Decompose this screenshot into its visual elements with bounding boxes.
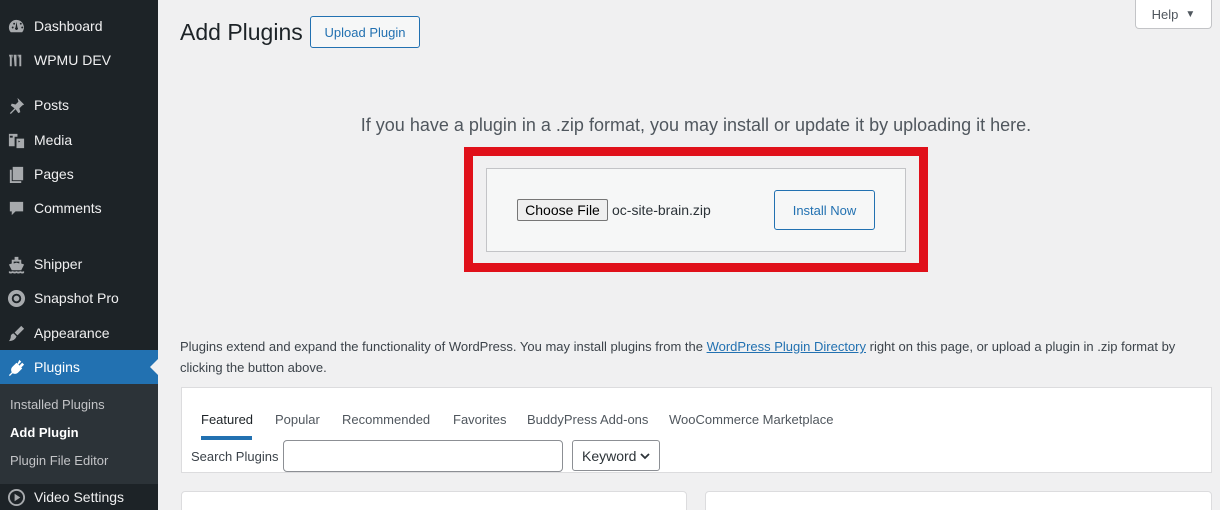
menu-item-video-settings[interactable]: Video Settings	[0, 480, 158, 510]
upload-plugin-button[interactable]: Upload Plugin	[310, 16, 420, 48]
menu-label: Pages	[34, 166, 74, 182]
menu-item-media[interactable]: Media	[0, 123, 158, 157]
search-type-value: Keyword	[582, 447, 637, 464]
active-tab-indicator	[201, 436, 252, 440]
tab-buddypress-addons[interactable]: BuddyPress Add-ons	[527, 412, 648, 427]
chevron-down-icon	[640, 452, 651, 459]
menu-item-dashboard[interactable]: Dashboard	[0, 9, 158, 43]
install-now-button[interactable]: Install Now	[774, 190, 875, 230]
help-label: Help	[1151, 6, 1179, 22]
search-plugins-input[interactable]	[283, 440, 563, 472]
dashboard-icon	[6, 16, 26, 36]
admin-sidebar: Dashboard WPMU DEV Posts Media Pages Com…	[0, 0, 158, 510]
wpmudev-icon	[6, 50, 26, 70]
menu-label: Dashboard	[34, 18, 103, 34]
play-icon	[6, 487, 26, 507]
comments-icon	[6, 198, 26, 218]
menu-label: Comments	[34, 200, 102, 216]
menu-label: Appearance	[34, 325, 110, 341]
menu-label: Posts	[34, 97, 70, 113]
choose-file-button[interactable]: Choose File	[517, 199, 608, 221]
snapshot-icon	[6, 288, 26, 308]
plugin-card	[705, 491, 1212, 510]
menu-item-appearance[interactable]: Appearance	[0, 316, 158, 350]
selected-file-name: oc-site-brain.zip	[612, 202, 711, 218]
ship-icon	[6, 254, 26, 274]
plugins-submenu: Installed Plugins Add Plugin Plugin File…	[0, 384, 158, 484]
pages-icon	[6, 164, 26, 184]
menu-label: Media	[34, 132, 73, 148]
menu-item-shipper[interactable]: Shipper	[0, 247, 158, 281]
tab-favorites[interactable]: Favorites	[453, 412, 506, 427]
submenu-installed-plugins[interactable]: Installed Plugins	[10, 397, 105, 412]
active-menu-arrow	[150, 359, 158, 375]
plugin-icon	[6, 357, 26, 377]
menu-label: Shipper	[34, 256, 83, 272]
tab-featured[interactable]: Featured	[201, 412, 253, 427]
upload-instructions: If you have a plugin in a .zip format, y…	[360, 115, 1032, 135]
plugin-card	[181, 491, 687, 510]
tab-recommended[interactable]: Recommended	[342, 412, 430, 427]
plugin-directory-link[interactable]: WordPress Plugin Directory	[707, 339, 866, 354]
menu-label: Video Settings	[34, 489, 125, 505]
menu-item-pages[interactable]: Pages	[0, 157, 158, 191]
plugins-description: Plugins extend and expand the functional…	[180, 336, 1190, 378]
menu-item-snapshot-pro[interactable]: Snapshot Pro	[0, 281, 158, 315]
menu-item-posts[interactable]: Posts	[0, 88, 158, 122]
tab-popular[interactable]: Popular	[275, 412, 320, 427]
pin-icon	[6, 95, 26, 115]
submenu-plugin-file-editor[interactable]: Plugin File Editor	[10, 453, 108, 468]
search-type-select[interactable]: Keyword	[572, 440, 660, 471]
menu-label: Snapshot Pro	[34, 290, 119, 306]
description-text: Plugins extend and expand the functional…	[180, 339, 707, 354]
search-plugins-label: Search Plugins	[191, 449, 279, 464]
tab-woocommerce-marketplace[interactable]: WooCommerce Marketplace	[669, 412, 833, 427]
submenu-add-plugin[interactable]: Add Plugin	[10, 425, 79, 440]
page-title: Add Plugins	[180, 19, 303, 45]
menu-item-wpmu-dev[interactable]: WPMU DEV	[0, 43, 158, 77]
menu-item-plugins[interactable]: Plugins	[0, 350, 158, 384]
menu-label: Plugins	[34, 359, 80, 375]
help-button[interactable]: Help ▼	[1135, 0, 1212, 29]
menu-item-comments[interactable]: Comments	[0, 191, 158, 225]
brush-icon	[6, 323, 26, 343]
menu-label: WPMU DEV	[34, 52, 111, 68]
caret-down-icon: ▼	[1185, 8, 1196, 20]
media-icon	[6, 130, 26, 150]
